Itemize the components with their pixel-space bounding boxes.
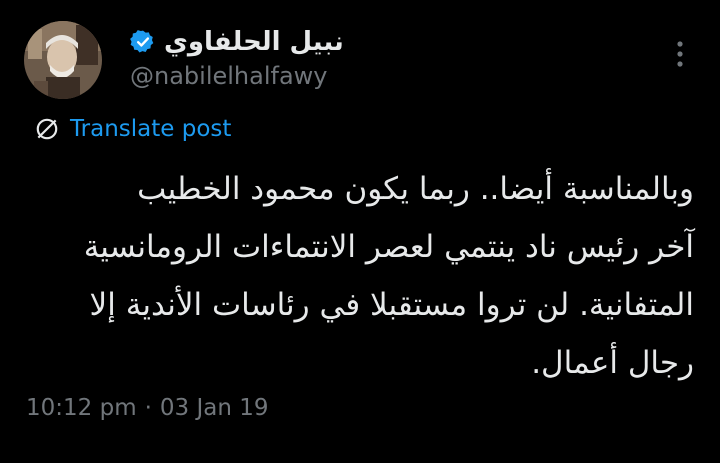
- verified-badge-icon: [130, 29, 156, 55]
- author-handle[interactable]: @nabilelhalfawy: [130, 62, 328, 90]
- author-display-name[interactable]: نبيل الحلفاوي: [164, 27, 344, 57]
- more-options-icon[interactable]: [672, 38, 688, 70]
- tweet-text-line: آخر رئيس ناد ينتمي لعصر الانتماءات الروم…: [83, 229, 694, 265]
- tweet-text-line: المتفانية. لن تروا مستقبلا في رئاسات الأ…: [89, 287, 694, 323]
- tweet-timestamp[interactable]: 10:12 pm · 03 Jan 19: [26, 395, 269, 421]
- translate-post-link[interactable]: Translate post: [34, 112, 231, 146]
- translate-globe-icon: [34, 116, 60, 142]
- tweet-text-line: رجال أعمال.: [531, 345, 694, 381]
- avatar[interactable]: [24, 21, 102, 99]
- tweet-text-line: وبالمناسبة أيضا.. ربما يكون محمود الخطيب: [137, 171, 694, 207]
- avatar-photo: [24, 21, 102, 99]
- tweet-date[interactable]: 03 Jan 19: [160, 395, 269, 421]
- tweet-time[interactable]: 10:12 pm: [26, 395, 137, 421]
- meta-separator: ·: [144, 395, 152, 421]
- tweet-text: وبالمناسبة أيضا.. ربما يكون محمود الخطيب…: [26, 160, 694, 392]
- translate-post-label: Translate post: [70, 116, 232, 142]
- author-name-row[interactable]: نبيل الحلفاوي: [130, 22, 344, 62]
